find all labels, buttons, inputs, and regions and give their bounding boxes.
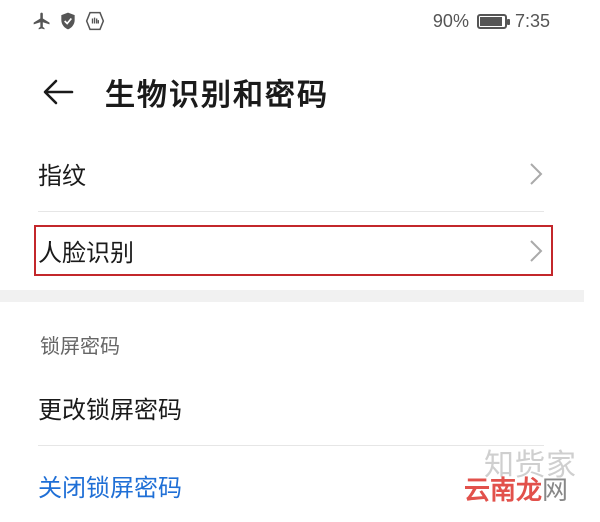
fingerprint-item[interactable]: 指纹 bbox=[38, 138, 544, 210]
status-icons-right: 90% 7:35 bbox=[433, 11, 550, 32]
change-lock-password-label: 更改锁屏密码 bbox=[38, 396, 182, 424]
change-lock-password-item[interactable]: 更改锁屏密码 bbox=[38, 372, 544, 444]
battery-icon bbox=[476, 14, 510, 29]
divider bbox=[38, 211, 544, 212]
page-title: 生物识别和密码 bbox=[105, 78, 329, 113]
fingerprint-label: 指纹 bbox=[38, 162, 86, 190]
airplane-icon bbox=[32, 11, 52, 31]
status-icons-left bbox=[32, 11, 106, 31]
highlight-box bbox=[34, 225, 553, 276]
watermark-logo-tail: 网 bbox=[542, 476, 569, 506]
section-separator bbox=[0, 290, 584, 302]
back-arrow-icon[interactable] bbox=[40, 74, 76, 110]
clock: 7:35 bbox=[514, 11, 550, 31]
divider bbox=[38, 445, 544, 446]
watermark-logo-main: 云南龙 bbox=[464, 476, 543, 506]
lock-screen-section-header: 锁屏密码 bbox=[40, 334, 120, 358]
hand-icon bbox=[84, 11, 106, 31]
disable-lock-password-label: 关闭锁屏密码 bbox=[38, 474, 182, 502]
watermark-logo: 云南龙网 bbox=[464, 470, 568, 507]
chevron-right-icon bbox=[528, 162, 544, 186]
status-bar: 90% 7:35 bbox=[0, 0, 600, 44]
shield-icon bbox=[58, 11, 78, 31]
page-header: 生物识别和密码 bbox=[0, 60, 600, 124]
battery-percent: 90% bbox=[432, 11, 469, 31]
